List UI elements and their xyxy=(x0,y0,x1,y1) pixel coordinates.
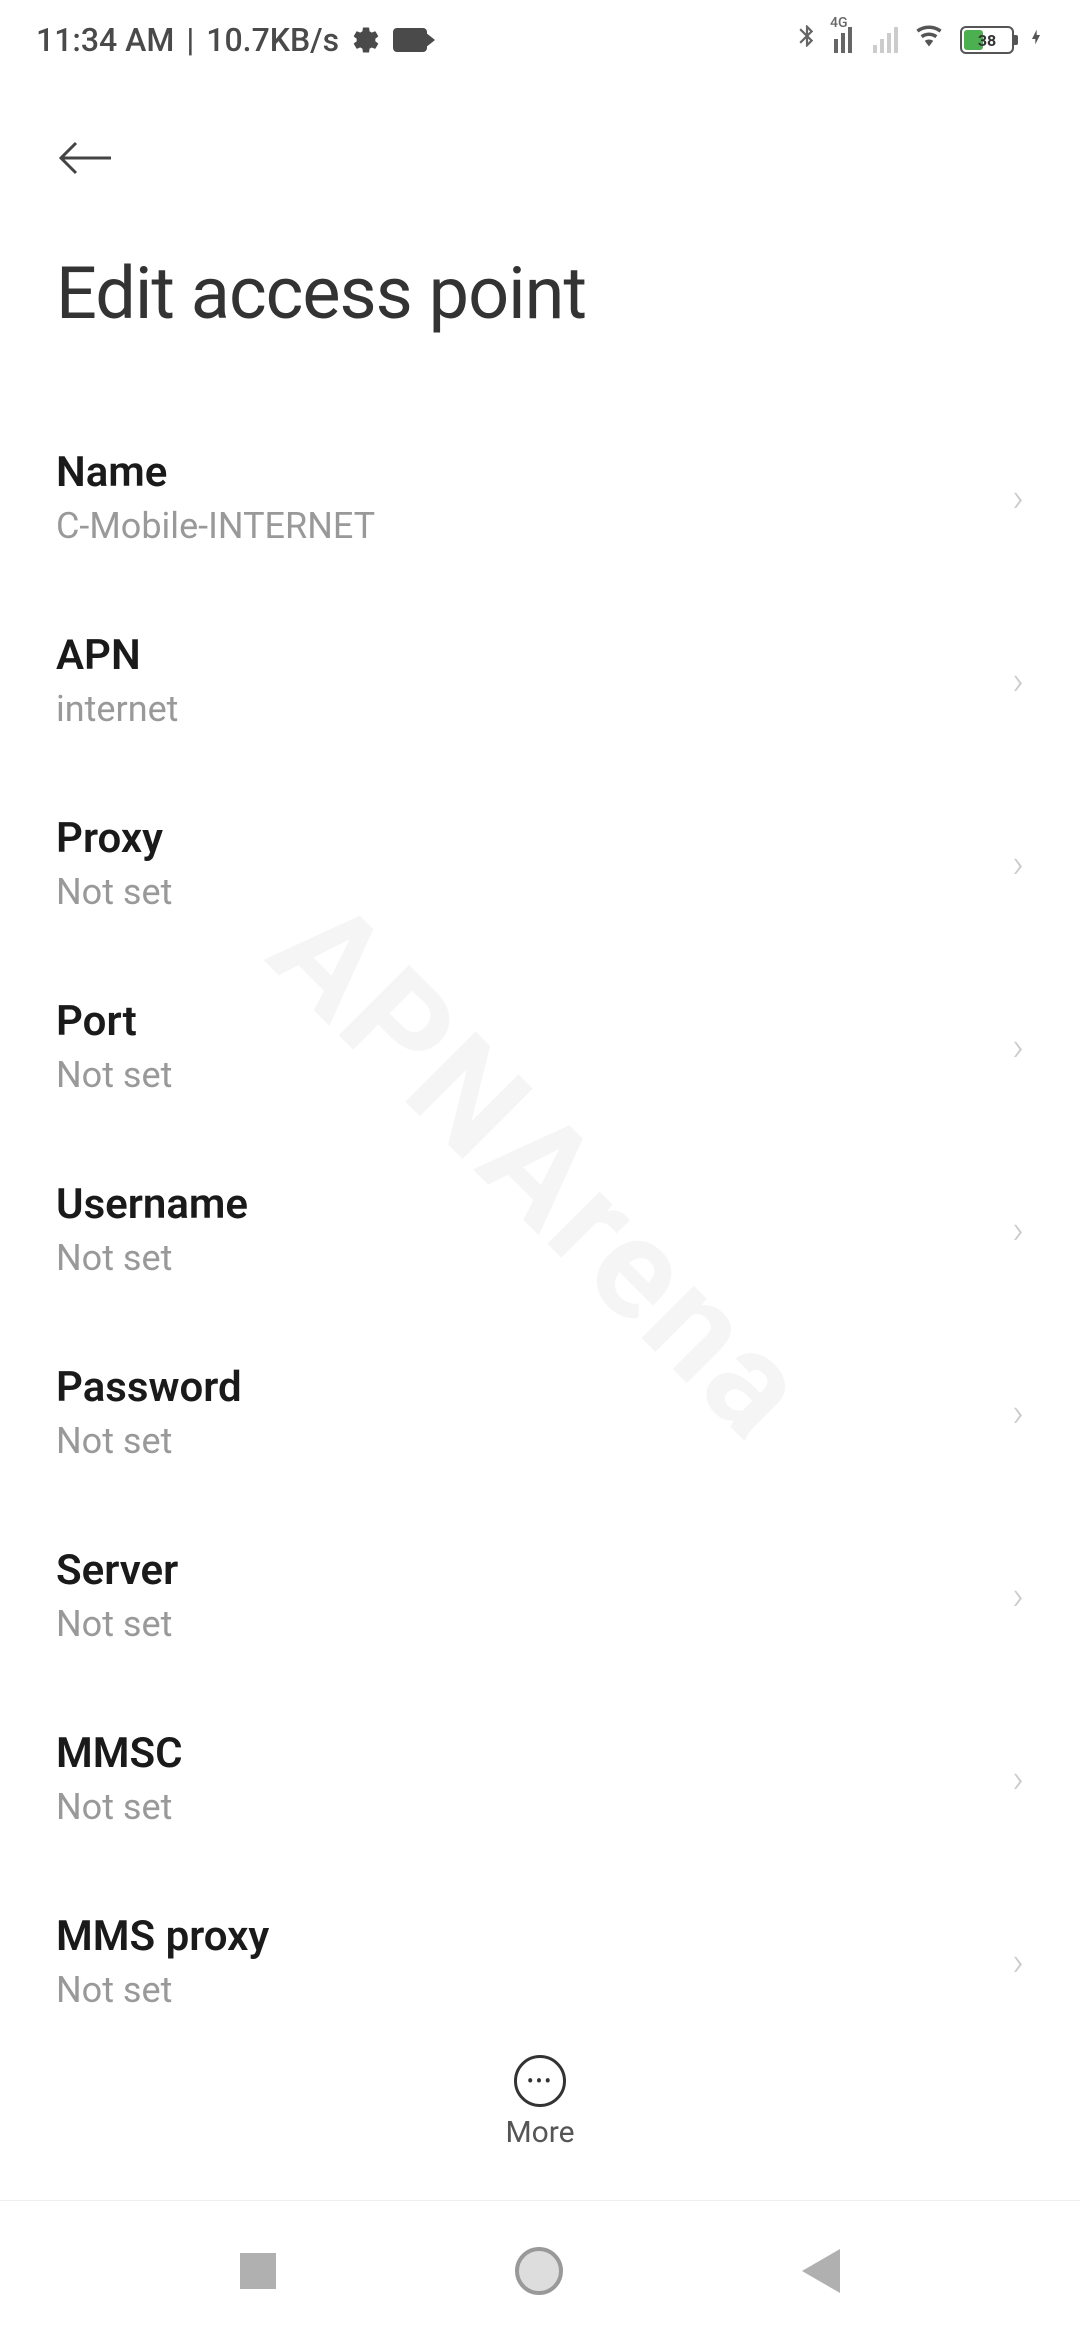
status-bar: 11:34 AM | 10.7KB/s 4G 38 xyxy=(0,0,1080,80)
setting-value: Not set xyxy=(56,1969,269,2011)
battery-percent: 38 xyxy=(962,31,1012,50)
nav-back-button[interactable] xyxy=(802,2249,840,2293)
more-icon: ••• xyxy=(514,2055,566,2107)
bottom-toolbar: ••• More xyxy=(0,2025,1080,2180)
page-header: Edit access point xyxy=(0,80,1080,366)
charging-icon xyxy=(1028,23,1044,57)
setting-mmsc[interactable]: MMSC Not set › xyxy=(0,1687,1080,1870)
setting-label: MMSC xyxy=(56,1729,183,1778)
setting-label: Port xyxy=(56,997,172,1046)
setting-label: Server xyxy=(56,1546,178,1595)
setting-value: internet xyxy=(56,688,178,730)
setting-label: Password xyxy=(56,1363,242,1412)
chevron-right-icon: › xyxy=(1012,840,1024,887)
gear-icon xyxy=(351,25,381,55)
chevron-right-icon: › xyxy=(1012,1938,1024,1985)
setting-username[interactable]: Username Not set › xyxy=(0,1138,1080,1321)
status-time: 11:34 AM xyxy=(36,21,174,59)
setting-server[interactable]: Server Not set › xyxy=(0,1504,1080,1687)
signal-sim2 xyxy=(873,27,898,53)
setting-label: APN xyxy=(56,631,178,680)
chevron-right-icon: › xyxy=(1012,474,1024,521)
signal-sim1: 4G xyxy=(834,27,859,53)
chevron-right-icon: › xyxy=(1012,1389,1024,1436)
setting-value: Not set xyxy=(56,1786,183,1828)
nav-recent-button[interactable] xyxy=(240,2253,276,2289)
setting-value: Not set xyxy=(56,871,172,913)
status-data-rate: 10.7KB/s xyxy=(206,21,339,59)
chevron-right-icon: › xyxy=(1012,657,1024,704)
nav-home-button[interactable] xyxy=(515,2247,563,2295)
wifi-icon xyxy=(912,22,946,58)
chevron-right-icon: › xyxy=(1012,1572,1024,1619)
battery-icon: 38 xyxy=(960,26,1014,54)
more-label: More xyxy=(505,2115,574,2150)
setting-value: Not set xyxy=(56,1054,172,1096)
status-left: 11:34 AM | 10.7KB/s xyxy=(36,21,427,59)
chevron-right-icon: › xyxy=(1012,1206,1024,1253)
status-separator: | xyxy=(186,21,194,59)
setting-apn[interactable]: APN internet › xyxy=(0,589,1080,772)
chevron-right-icon: › xyxy=(1012,1023,1024,1070)
more-button[interactable]: ••• More xyxy=(505,2055,574,2150)
bluetooth-icon xyxy=(794,20,820,60)
setting-value: Not set xyxy=(56,1237,248,1279)
page-title: Edit access point xyxy=(56,251,1024,336)
setting-name[interactable]: Name C-Mobile-INTERNET › xyxy=(0,406,1080,589)
setting-port[interactable]: Port Not set › xyxy=(0,955,1080,1138)
navigation-bar xyxy=(0,2200,1080,2340)
setting-label: MMS proxy xyxy=(56,1912,269,1961)
settings-list: Name C-Mobile-INTERNET › APN internet › … xyxy=(0,366,1080,2053)
setting-value: Not set xyxy=(56,1603,178,1645)
signal-4g-label: 4G xyxy=(830,15,848,31)
camera-icon xyxy=(393,28,427,52)
setting-value: C-Mobile-INTERNET xyxy=(56,505,375,547)
setting-label: Username xyxy=(56,1180,248,1229)
status-right: 4G 38 xyxy=(794,20,1044,60)
chevron-right-icon: › xyxy=(1012,1755,1024,1802)
setting-password[interactable]: Password Not set › xyxy=(0,1321,1080,1504)
setting-proxy[interactable]: Proxy Not set › xyxy=(0,772,1080,955)
setting-value: Not set xyxy=(56,1420,242,1462)
back-button[interactable] xyxy=(56,130,116,191)
setting-label: Proxy xyxy=(56,814,172,863)
setting-label: Name xyxy=(56,448,375,497)
